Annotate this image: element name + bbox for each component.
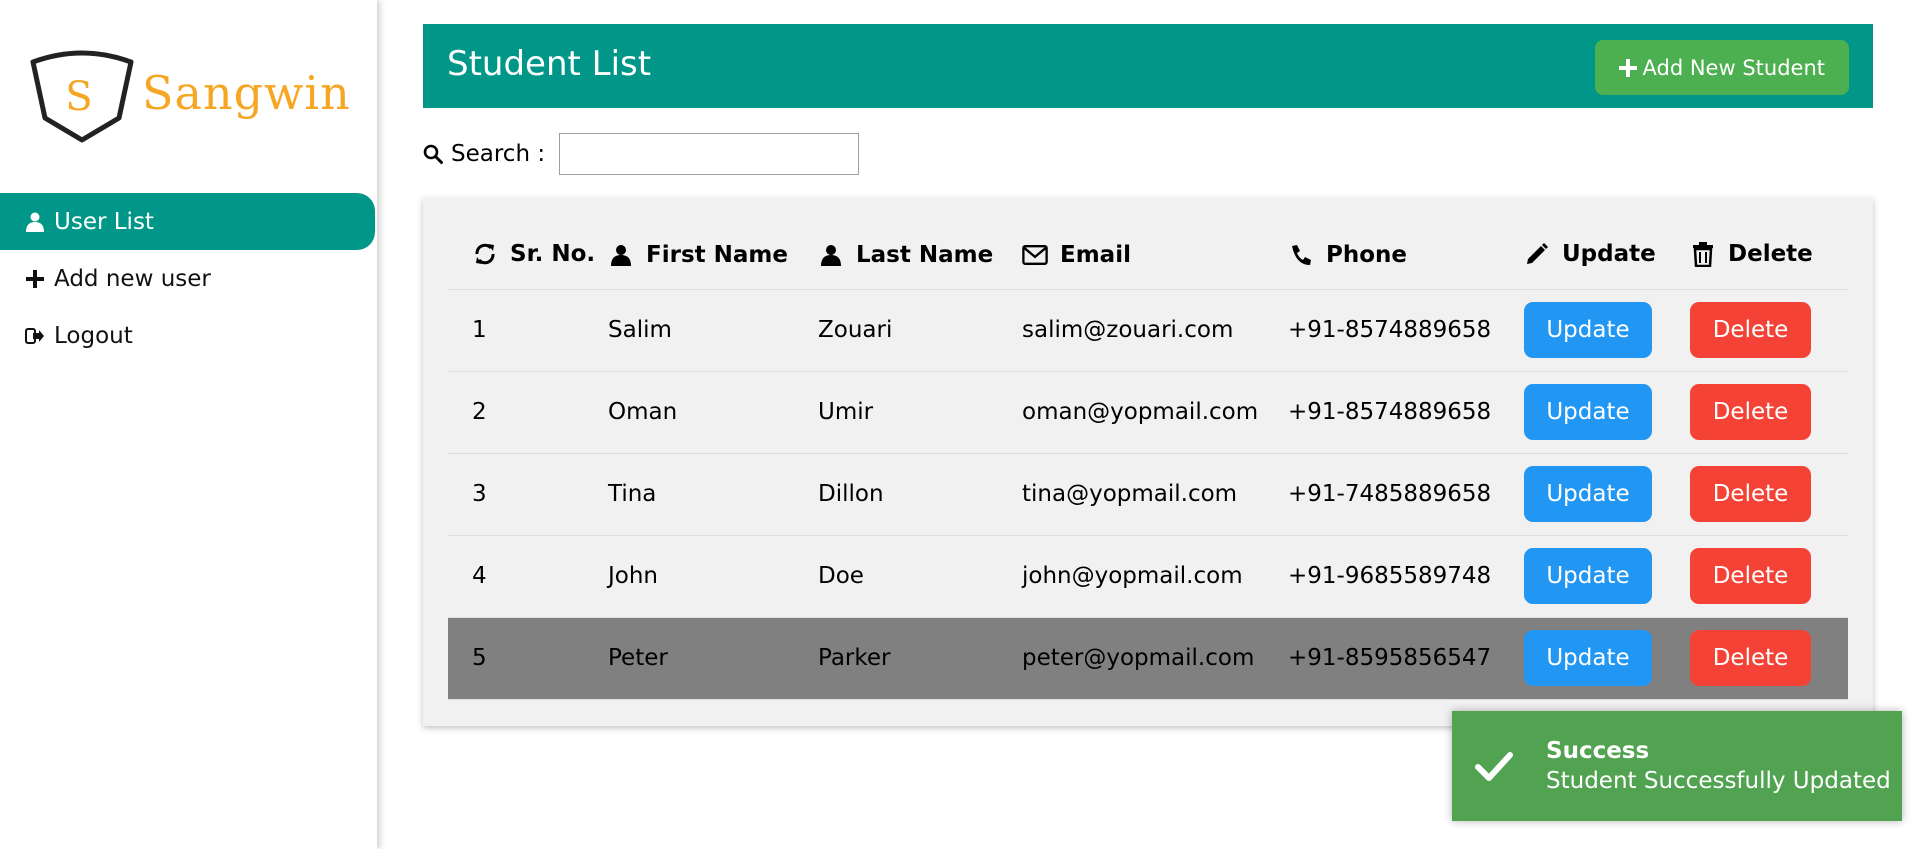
cell-last-name: Parker [818,617,1022,700]
cell-email: peter@yopmail.com [1022,617,1288,700]
cell-last-name: Dillon [818,453,1022,536]
cell-first-name: Tina [608,453,818,536]
cell-email: salim@zouari.com [1022,289,1288,372]
cell-first-name: Salim [608,289,818,372]
cell-sr-no: 3 [448,453,608,536]
toast-message: Student Successfully Updated [1546,768,1891,794]
column-header-delete[interactable]: Delete [1690,225,1848,290]
trash-icon [1690,241,1716,267]
search-input[interactable] [559,133,860,175]
table-row: 1 Salim Zouari salim@zouari.com +91-8574… [448,289,1848,372]
cell-email: john@yopmail.com [1022,535,1288,618]
update-button[interactable]: Update [1524,302,1652,358]
table-row: 4 John Doe john@yopmail.com +91-96855897… [448,535,1848,618]
user-icon [818,242,844,268]
table-row: 2 Oman Umir oman@yopmail.com +91-8574889… [448,371,1848,454]
delete-button[interactable]: Delete [1690,384,1811,440]
cell-first-name: Oman [608,371,818,454]
sidebar-item-label: User List [54,208,154,235]
page-title: Student List [447,44,652,84]
checkmark-icon [1475,752,1513,781]
sidebar-item-add-new-user[interactable]: Add new user [0,250,375,307]
cell-email: tina@yopmail.com [1022,453,1288,536]
cell-first-name: John [608,535,818,618]
success-toast[interactable]: Success Student Successfully Updated [1452,711,1902,821]
column-header-update[interactable]: Update [1524,225,1690,290]
sidebar-menu: User List Add new user Logout [0,193,375,364]
cell-phone: +91-9685589748 [1288,535,1524,618]
column-header-first-name[interactable]: First Name [608,225,818,290]
sidebar-item-label: Add new user [54,265,211,292]
update-button[interactable]: Update [1524,466,1652,522]
sidebar: S Sangwin User List Add new user Logout [0,0,377,849]
sidebar-item-label: Logout [54,322,133,349]
brand-name: Sangwin [142,66,351,120]
delete-button[interactable]: Delete [1690,466,1811,522]
update-button[interactable]: Update [1524,548,1652,604]
cell-last-name: Zouari [818,289,1022,372]
column-header-sr-no[interactable]: Sr. No. [448,225,608,290]
shield-logo-icon: S [30,50,134,143]
toast-title: Success [1546,738,1650,764]
table-row: 3 Tina Dillon tina@yopmail.com +91-74858… [448,453,1848,536]
page-header: Student List Add New Student [423,24,1873,108]
envelope-icon [1022,242,1048,268]
add-new-student-label: Add New Student [1642,55,1825,80]
cell-first-name: Peter [608,617,818,700]
column-header-email[interactable]: Email [1022,225,1288,290]
update-button[interactable]: Update [1524,630,1652,686]
delete-button[interactable]: Delete [1690,548,1811,604]
sidebar-item-user-list[interactable]: User List [0,193,375,250]
user-icon [608,242,634,268]
toast-content: Success Student Successfully Updated [1546,738,1891,794]
cell-email: oman@yopmail.com [1022,371,1288,454]
cell-phone: +91-8574889658 [1288,371,1524,454]
student-table: Sr. No. First Name Last Name Email Phone… [448,225,1848,700]
plus-icon [24,268,46,290]
delete-button[interactable]: Delete [1690,630,1811,686]
search-bar: Search : [423,133,860,175]
refresh-icon [472,241,498,267]
cell-phone: +91-8574889658 [1288,289,1524,372]
table-header-row: Sr. No. First Name Last Name Email Phone… [448,225,1848,290]
table-row-highlighted: 5 Peter Parker peter@yopmail.com +91-859… [448,617,1848,700]
phone-icon [1288,242,1314,268]
cell-phone: +91-8595856547 [1288,617,1524,700]
cell-sr-no: 5 [448,617,608,700]
add-new-student-button[interactable]: Add New Student [1594,40,1849,95]
search-icon [423,144,443,164]
pencil-icon [1524,241,1550,267]
cell-sr-no: 2 [448,371,608,454]
cell-last-name: Doe [818,535,1022,618]
brand-logo: S Sangwin [27,48,350,148]
sign-out-icon [24,325,46,347]
sidebar-item-logout[interactable]: Logout [0,307,375,364]
column-header-phone[interactable]: Phone [1288,225,1524,290]
cell-sr-no: 1 [448,289,608,372]
svg-text:S: S [65,74,92,120]
cell-sr-no: 4 [448,535,608,618]
cell-phone: +91-7485889658 [1288,453,1524,536]
update-button[interactable]: Update [1524,384,1652,440]
student-table-card: Sr. No. First Name Last Name Email Phone… [423,198,1873,726]
delete-button[interactable]: Delete [1690,302,1811,358]
user-icon [24,211,46,233]
column-header-last-name[interactable]: Last Name [818,225,1022,290]
search-label: Search : [451,141,546,167]
cell-last-name: Umir [818,371,1022,454]
plus-icon [1618,58,1637,77]
